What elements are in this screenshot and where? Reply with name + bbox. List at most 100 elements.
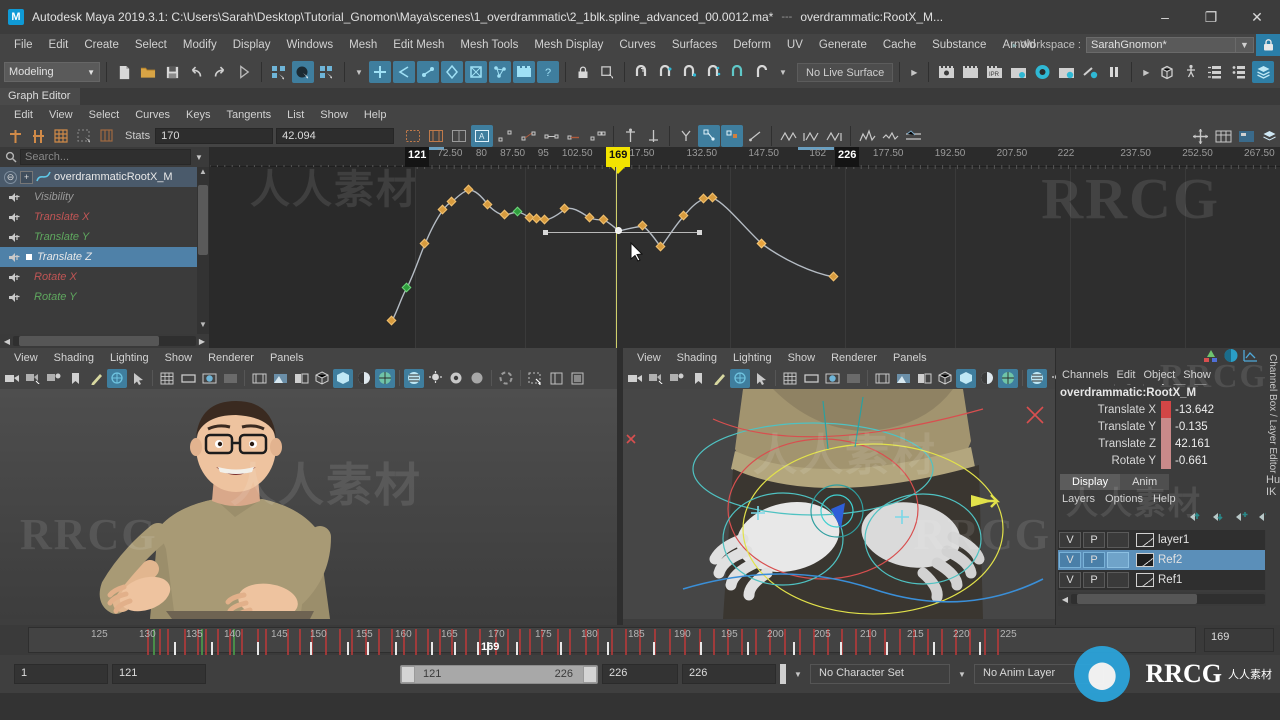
channel-box-row[interactable]: Translate Z 42.161	[1056, 435, 1280, 452]
render-setup-icon[interactable]	[1055, 61, 1077, 83]
buffer-curve-snapshot-icon[interactable]	[744, 125, 766, 147]
chevron-right-icon[interactable]: ▶	[906, 68, 922, 77]
graph-menu-keys[interactable]: Keys	[178, 108, 218, 122]
render-current-frame-icon[interactable]	[935, 61, 957, 83]
channel-attr-row[interactable]: Translate Z	[0, 247, 209, 267]
smooth-shade-icon[interactable]	[956, 368, 976, 388]
snap-to-projected-center-icon[interactable]	[441, 61, 463, 83]
two-sided-lighting-icon[interactable]	[249, 369, 269, 388]
grid-icon[interactable]	[780, 369, 800, 388]
stacked-curves-icon[interactable]	[902, 125, 924, 147]
gate-mask-icon[interactable]	[843, 369, 863, 388]
mute-channel-icon[interactable]	[4, 292, 26, 303]
chevron-down-icon[interactable]: ▼	[775, 68, 791, 77]
step-tangents-icon[interactable]	[586, 125, 608, 147]
new-scene-icon[interactable]	[113, 61, 135, 83]
lock-tool-icon[interactable]	[572, 61, 594, 83]
resolution-gate-icon[interactable]	[199, 369, 219, 388]
vp-right-menu-shading[interactable]: Shading	[669, 351, 725, 365]
outliner-vertical-scrollbar[interactable]: ▲ ▼	[197, 167, 209, 334]
grease-pencil-icon[interactable]	[709, 369, 729, 388]
layer-menu-help[interactable]: Help	[1153, 493, 1186, 505]
search-input[interactable]: Search...	[20, 149, 191, 165]
hscroll-track[interactable]	[1071, 594, 1265, 604]
camera-attributes-icon[interactable]	[646, 369, 666, 388]
scroll-left-icon[interactable]: ◀	[1059, 595, 1071, 604]
outliner-horizontal-scrollbar[interactable]: ◀ ▶	[0, 334, 209, 348]
help-question-icon[interactable]: ?	[537, 61, 559, 83]
channel-tree[interactable]: ▲ ▼ ⊖ + overdrammaticRootX_M Visibility Tran…	[0, 167, 209, 334]
graph-menu-edit[interactable]: Edit	[6, 108, 41, 122]
layer-visibility-toggle[interactable]: V	[1059, 552, 1081, 568]
timeline-keyframe-tick[interactable]	[653, 642, 655, 655]
layer-name[interactable]: Ref1	[1158, 574, 1182, 586]
unify-tangents-icon[interactable]	[642, 125, 664, 147]
layer-menu-layers[interactable]: Layers	[1062, 493, 1105, 505]
make-live-icon[interactable]	[596, 61, 618, 83]
lock-tangent-weight-icon[interactable]	[698, 125, 721, 147]
mute-channel-icon[interactable]	[4, 252, 26, 263]
scroll-thumb[interactable]	[198, 185, 208, 255]
magnet-grid-icon[interactable]	[631, 61, 653, 83]
redo-icon[interactable]	[209, 61, 231, 83]
channelbox-menu-channels[interactable]: Channels	[1062, 369, 1116, 381]
xray-joints-icon[interactable]	[1027, 368, 1047, 388]
attribute-editor-icon[interactable]	[1228, 61, 1250, 83]
curve-plot[interactable]	[210, 167, 1280, 348]
menu-edit[interactable]: Edit	[41, 37, 77, 53]
scroll-right-icon[interactable]: ▶	[196, 337, 208, 346]
channel-value[interactable]: -13.642	[1171, 404, 1214, 416]
vertical-tab-channel-box[interactable]: Channel Box / Layer Editor	[1266, 348, 1279, 480]
menu-deform[interactable]: Deform	[725, 37, 779, 53]
timeline-keyframe-tick[interactable]	[454, 642, 456, 655]
channel-box-row[interactable]: Translate X -13.642	[1056, 401, 1280, 418]
channel-attr-row[interactable]: Translate Y	[0, 227, 209, 247]
gate-mask-icon[interactable]	[220, 369, 240, 388]
timeline-drag-handle[interactable]	[0, 625, 14, 655]
light-icon[interactable]	[425, 369, 445, 388]
vp-left-menu-lighting[interactable]: Lighting	[102, 351, 157, 365]
layer-playback-toggle[interactable]: P	[1083, 552, 1105, 568]
layer-state-toggle[interactable]	[1107, 552, 1129, 568]
channel-value[interactable]: 42.161	[1171, 438, 1210, 450]
hscroll-thumb[interactable]	[19, 336, 159, 346]
layer-color-swatch[interactable]	[1136, 553, 1154, 567]
timeline-keyframe-tick[interactable]	[174, 642, 176, 655]
minimize-icon[interactable]: –	[1142, 0, 1188, 34]
anim-sphere-icon[interactable]	[1223, 348, 1239, 366]
layer-playback-toggle[interactable]: P	[1083, 532, 1105, 548]
two-sided-lighting-icon[interactable]	[872, 369, 892, 388]
outliner-icon[interactable]	[1156, 61, 1178, 83]
timeline-keyframe-tick[interactable]	[840, 642, 842, 655]
current-time-marker[interactable]: 169	[606, 147, 631, 174]
layout-icon[interactable]	[546, 369, 566, 388]
spline-tangents-icon[interactable]	[494, 125, 516, 147]
vp-left-menu-view[interactable]: View	[6, 351, 46, 365]
scroll-up-icon[interactable]: ▲	[197, 167, 209, 181]
current-frame-field[interactable]: 169	[1204, 628, 1274, 652]
channel-label[interactable]: Translate Y	[1056, 421, 1161, 433]
viewport-right-canvas[interactable]: RRCG 人人素材	[623, 389, 1055, 625]
wireframe-on-shaded-icon[interactable]	[998, 368, 1018, 388]
range-slider[interactable]: 121 226	[400, 664, 598, 684]
viewport-perspective[interactable]: View Shading Lighting Show Renderer Panels	[0, 348, 617, 625]
timeline-keyframe-tick[interactable]	[347, 642, 349, 655]
range-slider-right-grip[interactable]	[583, 665, 597, 683]
menu-mesh-display[interactable]: Mesh Display	[526, 37, 611, 53]
layer-name[interactable]: Ref2	[1158, 554, 1182, 566]
infinity-display-icon[interactable]	[823, 125, 845, 147]
vp-right-menu-show[interactable]: Show	[780, 351, 824, 365]
auto-tangent-icon[interactable]	[721, 125, 744, 147]
lights-icon[interactable]	[44, 369, 64, 388]
auto-frame-icon[interactable]: A	[471, 125, 494, 147]
bookmark-icon[interactable]	[688, 369, 708, 388]
playblast-icon[interactable]	[233, 61, 255, 83]
hypershade-icon[interactable]	[1031, 61, 1053, 83]
chevron-down-icon[interactable]: ▼	[191, 153, 207, 162]
timeline-keyframe-tick[interactable]	[395, 642, 397, 655]
grease-pencil-icon[interactable]	[86, 369, 106, 388]
lights-icon[interactable]	[667, 369, 687, 388]
flat-tangents-icon[interactable]	[563, 125, 585, 147]
channel-label[interactable]: Translate Z	[1056, 438, 1161, 450]
xray-joints-icon[interactable]	[404, 368, 424, 388]
